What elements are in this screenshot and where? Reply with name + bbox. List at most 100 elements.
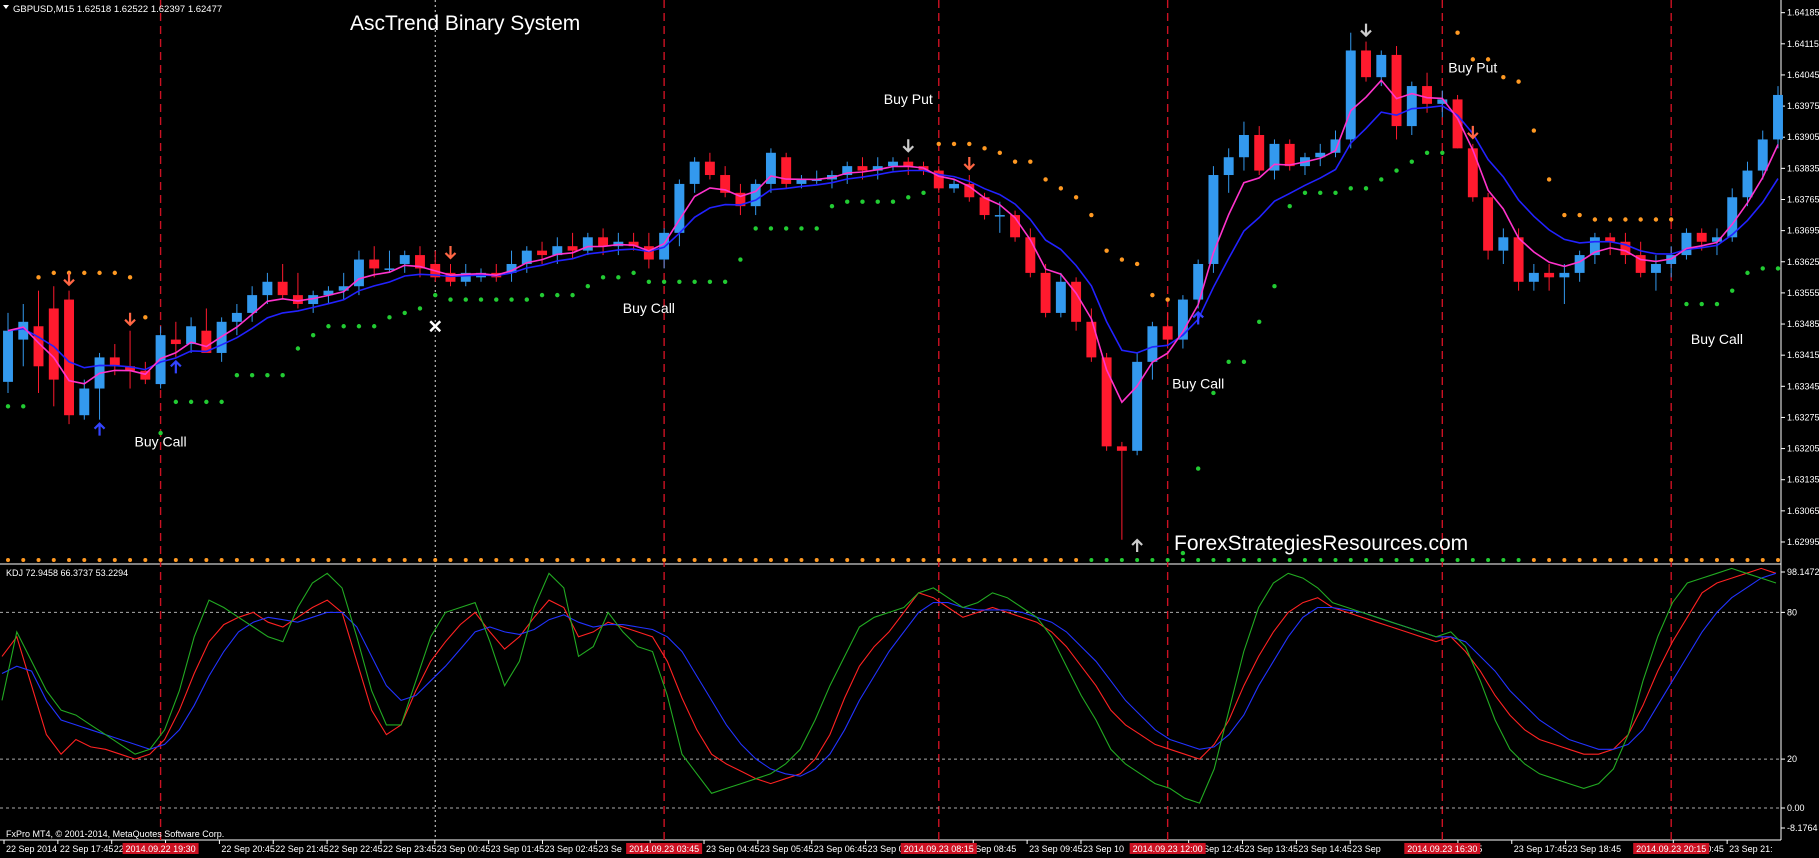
signal-annotation: Buy Put	[884, 91, 933, 107]
kdj-label: KDJ 72.9458 66.3737 53.2294	[6, 568, 128, 578]
time-tick-label: 23 Sep 02:45	[544, 844, 598, 854]
trend-dot	[387, 315, 392, 320]
trend-dot	[234, 372, 240, 378]
trend-dot	[1531, 128, 1537, 133]
trend-dot	[921, 190, 926, 196]
candle-body	[1498, 237, 1509, 251]
trend-dot	[249, 372, 255, 378]
chart-title: AscTrend Binary System	[350, 12, 580, 35]
baseline-dot	[1074, 558, 1079, 562]
candle-body	[1254, 134, 1265, 171]
trend-dot	[1623, 217, 1628, 222]
baseline-dot	[768, 558, 773, 562]
trend-dot	[1073, 195, 1079, 200]
baseline-dot	[1058, 558, 1063, 562]
trend-dot	[295, 346, 301, 351]
price-tick-label: 1.63555	[1787, 288, 1819, 298]
baseline-dot	[982, 558, 987, 562]
baseline-dot	[1028, 558, 1033, 562]
trend-dot	[1424, 150, 1430, 155]
baseline-dot	[601, 558, 606, 562]
trend-dot	[433, 292, 438, 298]
trend-dot	[341, 324, 346, 329]
time-tick-label: 22 Sep 17:45	[60, 844, 114, 854]
baseline-dot	[1547, 558, 1552, 562]
candle-body	[1376, 54, 1387, 78]
trend-dot	[143, 315, 148, 320]
candle-body	[1177, 299, 1188, 340]
trend-dot	[1287, 203, 1292, 209]
trend-dot	[1409, 159, 1414, 164]
trend-dot	[539, 292, 545, 298]
trend-dot	[112, 270, 118, 276]
baseline-dot	[1486, 558, 1491, 562]
trend-dot	[51, 270, 56, 276]
trend-dot	[1501, 74, 1506, 80]
candle-body	[643, 246, 654, 260]
baseline-dot	[906, 558, 911, 562]
candle-body	[1574, 255, 1585, 273]
baseline-dot	[585, 558, 590, 562]
candle-body	[1116, 446, 1127, 451]
baseline-dot	[1104, 558, 1109, 562]
baseline-dot	[448, 558, 453, 562]
baseline-dot	[97, 558, 102, 562]
trend-dot	[753, 226, 758, 231]
baseline-dot	[143, 558, 148, 562]
trend-dot	[1379, 177, 1384, 182]
baseline-dot	[891, 558, 895, 562]
price-tick-label: 1.62995	[1787, 537, 1819, 547]
baseline-dot	[997, 558, 1002, 562]
candle-body	[79, 388, 90, 416]
baseline-dot	[829, 558, 834, 562]
signal-annotation: Buy Put	[1448, 60, 1497, 76]
trend-dot	[280, 372, 285, 378]
baseline-dot	[845, 558, 850, 562]
baseline-dot	[1272, 558, 1277, 562]
trend-dot	[188, 399, 194, 405]
candle-body	[537, 250, 548, 256]
baseline-dot	[1364, 558, 1369, 562]
baseline-dot	[1730, 558, 1735, 562]
candle-body	[1086, 321, 1097, 358]
trend-dot	[1577, 212, 1582, 218]
baseline-dot	[341, 558, 346, 562]
trend-dot	[1333, 190, 1338, 196]
candle-body	[1742, 170, 1753, 198]
trend-dot	[585, 284, 591, 289]
baseline-dot	[1318, 558, 1323, 562]
candle-body	[1162, 326, 1173, 340]
candle-body	[384, 268, 395, 270]
baseline-dot	[1592, 558, 1597, 562]
trend-dot	[1684, 301, 1689, 307]
candle-body	[598, 237, 609, 247]
candle-body	[1422, 86, 1433, 104]
time-tick-label: 22	[114, 844, 124, 854]
trend-dot	[845, 199, 850, 204]
candle-body	[1467, 148, 1478, 198]
trend-dot	[1668, 217, 1674, 222]
baseline-dot	[21, 558, 26, 562]
trend-dot	[967, 141, 972, 147]
trend-dot	[478, 297, 484, 302]
baseline-dot	[219, 558, 224, 562]
baseline-dot	[311, 558, 316, 562]
chart-window: 1.64185 1.64115 1.64045 1.63975 1.63905 1.638…	[0, 0, 1819, 858]
baseline-dot	[753, 558, 758, 562]
baseline-dot	[1013, 558, 1018, 562]
trend-dot	[646, 279, 652, 284]
baseline-dot	[402, 558, 407, 562]
baseline-dot	[1669, 558, 1674, 562]
baseline-dot	[784, 558, 789, 562]
trend-dot	[1165, 297, 1170, 302]
watermark: ForexStrategiesResources.com	[1174, 532, 1468, 555]
trend-dot	[219, 399, 224, 405]
time-tick-label: 23 Sep 10	[1083, 844, 1124, 854]
baseline-dot	[1348, 558, 1353, 562]
trend-dot	[97, 270, 102, 276]
candle-body	[247, 295, 258, 313]
candle-body	[1773, 94, 1783, 140]
trend-dot	[265, 372, 270, 378]
trend-dot	[738, 257, 743, 262]
separator-time-label: 2014.09.23 08:15	[904, 844, 974, 854]
